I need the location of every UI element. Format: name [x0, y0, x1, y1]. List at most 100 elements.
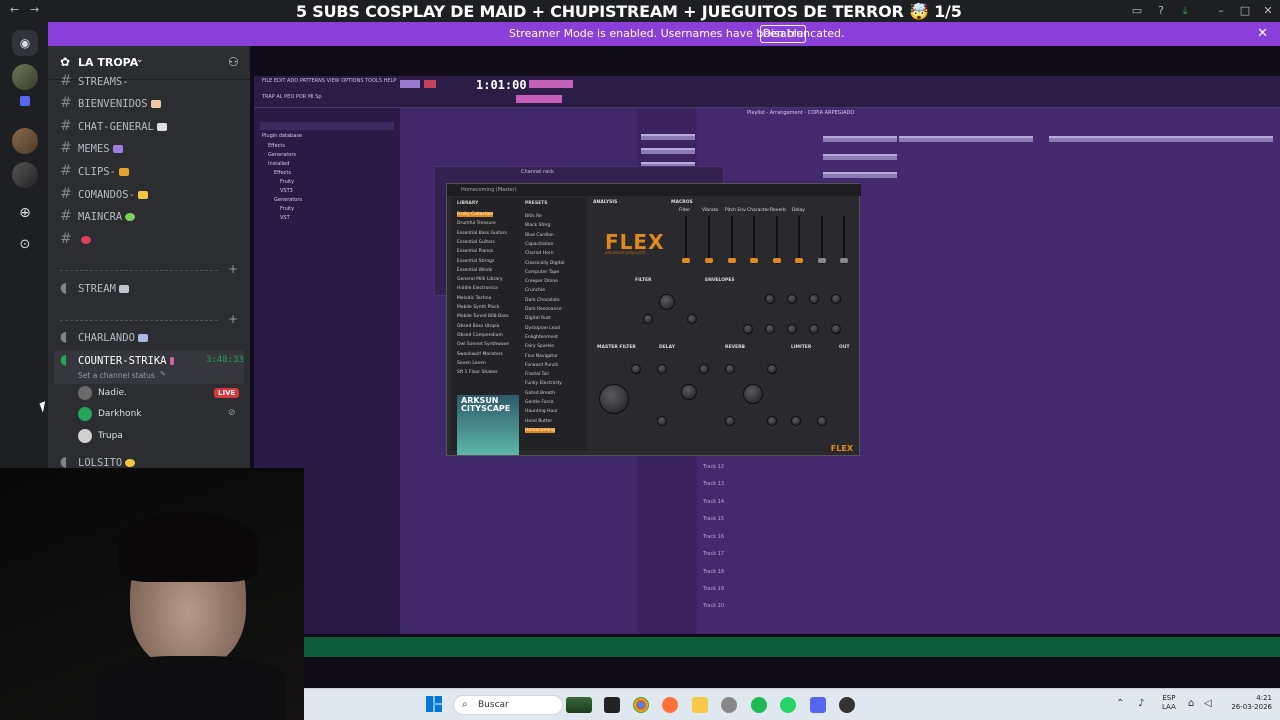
preset-item[interactable]: Gentle Force — [525, 400, 554, 405]
help-icon[interactable]: ? — [1153, 3, 1169, 19]
preset-item[interactable]: Classically Digital — [525, 261, 565, 266]
synth-knob[interactable] — [809, 324, 819, 334]
close-icon[interactable]: ✕ — [1257, 26, 1268, 41]
preset-category[interactable]: Essential Strings — [457, 259, 494, 264]
discord-icon[interactable] — [810, 697, 826, 713]
disable-button[interactable]: Disable — [760, 25, 806, 43]
preset-item[interactable]: Homecoming — [525, 427, 555, 433]
synth-knob[interactable] — [659, 294, 675, 310]
add-channel-icon[interactable]: + — [228, 312, 238, 326]
synth-knob[interactable] — [687, 314, 697, 324]
synth-knob[interactable] — [657, 364, 667, 374]
microphone-icon[interactable]: ♪ — [1138, 698, 1144, 709]
inbox-icon[interactable]: ▭ — [1129, 3, 1145, 19]
slider-handle[interactable] — [682, 258, 690, 263]
voice-channel-charlando[interactable]: ◖ CHARLANDO — [60, 328, 148, 346]
start-icon[interactable] — [426, 696, 442, 712]
channel-chat-general[interactable]: # CHAT-GENERAL — [60, 117, 167, 135]
synth-knob[interactable] — [743, 324, 753, 334]
macro-slider[interactable] — [750, 216, 758, 264]
add-channel-icon[interactable]: + — [228, 262, 238, 276]
preset-category[interactable]: Essential Pianos — [457, 249, 493, 254]
slider-handle[interactable] — [750, 258, 758, 263]
synth-knob[interactable] — [787, 294, 797, 304]
file-explorer-icon[interactable] — [692, 697, 708, 713]
macro-slider[interactable] — [773, 216, 781, 264]
preset-category[interactable]: Seven Leven — [457, 361, 486, 366]
channel-comandos[interactable]: # COMANDOS- — [60, 185, 148, 203]
back-arrow-icon[interactable]: ← — [10, 3, 19, 16]
search-bar[interactable]: ⌕ Buscar — [453, 695, 563, 715]
synth-knob[interactable] — [725, 364, 735, 374]
preset-item[interactable]: Enlightenment — [525, 335, 558, 340]
preset-category[interactable]: Essential Winds — [457, 268, 492, 273]
preset-category[interactable]: Swankwolf Monsters — [457, 352, 503, 357]
voice-member[interactable]: Trupa — [78, 427, 123, 445]
synth-knob[interactable] — [831, 294, 841, 304]
slider-handle[interactable] — [840, 258, 848, 263]
synth-knob[interactable] — [743, 384, 763, 404]
minimize-icon[interactable]: – — [1213, 3, 1229, 19]
add-member-icon[interactable]: ⚇ — [228, 55, 239, 69]
preset-item[interactable]: Fractal Tail — [525, 372, 549, 377]
channel-status[interactable]: Set a channel status — [78, 371, 155, 380]
task-view-icon[interactable] — [604, 697, 620, 713]
preset-item[interactable]: Capacitation — [525, 242, 553, 247]
macro-slider[interactable] — [705, 216, 713, 264]
channel-maincra[interactable]: # MAINCRA — [60, 207, 136, 225]
voice-channel-counter-strika[interactable]: ◖ COUNTER-STRIKA — [60, 351, 174, 369]
macro-slider[interactable] — [818, 216, 826, 264]
download-icon[interactable]: ⤓ — [1177, 3, 1193, 19]
synth-knob[interactable] — [831, 324, 841, 334]
preset-category[interactable]: Drumful Treasure — [457, 221, 496, 226]
whatsapp-icon[interactable] — [780, 697, 796, 713]
preset-category[interactable]: Obsed Bass Utopia — [457, 324, 499, 329]
preset-category[interactable]: Owl Sonnet Synthwave — [457, 342, 509, 347]
slider-handle[interactable] — [795, 258, 803, 263]
channel-clips[interactable]: # CLIPS- — [60, 162, 129, 180]
preset-item[interactable]: Forward Punch — [525, 363, 558, 368]
preset-item[interactable]: Gated Breath — [525, 391, 555, 396]
slider-handle[interactable] — [818, 258, 826, 263]
channel-memes[interactable]: # MEMES — [60, 139, 123, 157]
preset-item[interactable]: Haunting Hour — [525, 409, 558, 414]
synth-knob[interactable] — [699, 364, 709, 374]
preset-category[interactable]: Essential Guitars — [457, 240, 495, 245]
synth-knob[interactable] — [765, 294, 775, 304]
explore-icon[interactable]: ⊙ — [12, 232, 38, 258]
preset-item[interactable]: Dystopian Lead — [525, 326, 560, 331]
language-indicator[interactable]: ESP LAA — [1162, 694, 1176, 712]
synth-knob[interactable] — [643, 314, 653, 324]
synth-knob[interactable] — [657, 416, 667, 426]
fl-studio-icon[interactable] — [839, 697, 855, 713]
preset-category[interactable]: Essential Bass Guitars — [457, 231, 507, 236]
chrome-icon[interactable] — [633, 697, 649, 713]
server-icon-1[interactable] — [12, 64, 38, 90]
voice-member[interactable]: Nadie. — [78, 384, 127, 402]
preset-item[interactable]: Funky Electricity — [525, 381, 562, 386]
preset-category[interactable]: Fruity Collection — [457, 212, 494, 217]
synth-knob[interactable] — [791, 416, 801, 426]
preset-item[interactable]: Blue Cordian — [525, 233, 554, 238]
clock[interactable]: 4:21 26-03-2026 — [1226, 694, 1272, 712]
preset-item[interactable]: Bitis Re — [525, 214, 542, 219]
synth-knob[interactable] — [817, 416, 827, 426]
macro-slider[interactable] — [795, 216, 803, 264]
spotify-icon[interactable] — [751, 697, 767, 713]
chevron-up-icon[interactable]: ⌃ — [1116, 698, 1124, 709]
channel-streams[interactable]: # STREAMS- — [60, 72, 129, 90]
folder-icon[interactable] — [20, 96, 30, 106]
channel-stream[interactable]: ◖ STREAM — [60, 279, 129, 297]
synth-knob[interactable] — [725, 416, 735, 426]
channel-bienvenidos[interactable]: # BIENVENIDOS — [60, 94, 161, 112]
synth-knob[interactable] — [599, 384, 629, 414]
macro-slider[interactable] — [728, 216, 736, 264]
synth-knob[interactable] — [765, 324, 775, 334]
preset-item[interactable]: Flux Navigator — [525, 354, 558, 359]
macro-slider[interactable] — [682, 216, 690, 264]
preset-item[interactable]: Chariot Horn — [525, 251, 554, 256]
server-icon-2[interactable] — [12, 128, 38, 154]
app-icon[interactable] — [721, 697, 737, 713]
channel-nsfw[interactable]: # — [60, 230, 91, 248]
synth-knob[interactable] — [681, 384, 697, 400]
